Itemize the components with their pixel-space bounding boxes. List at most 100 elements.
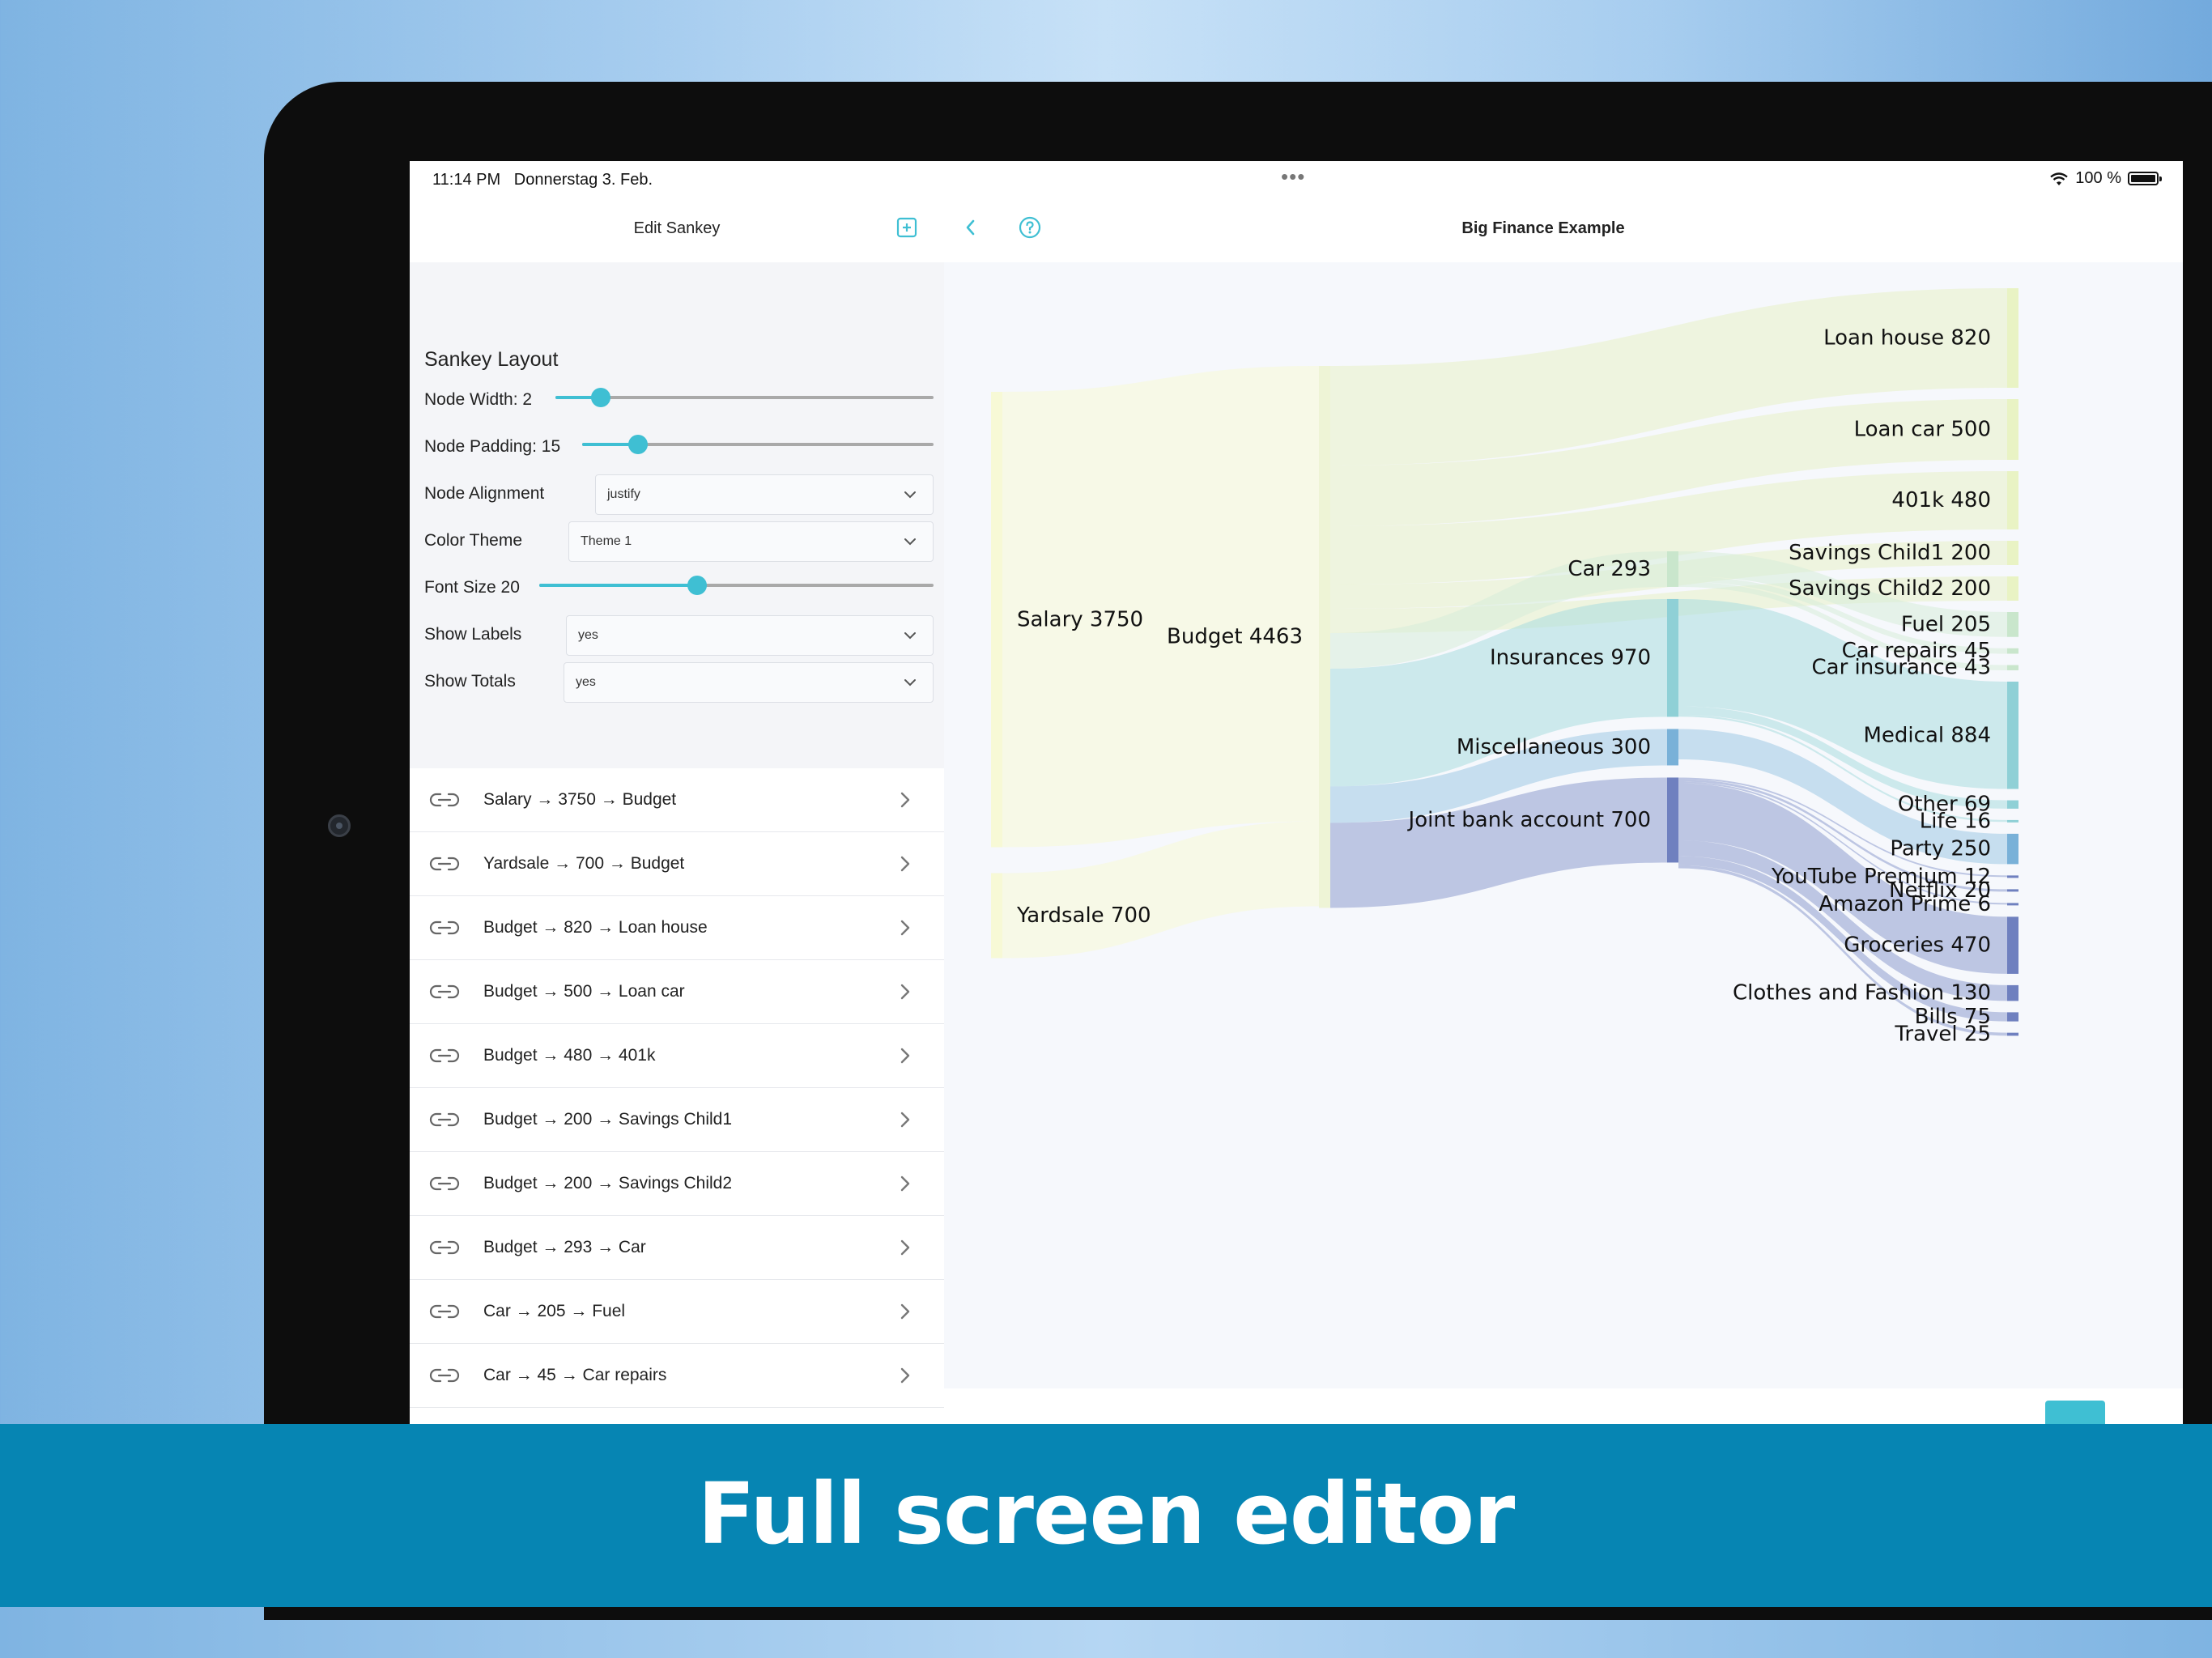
sankey-label-amazon-prime: Amazon Prime 6: [1819, 892, 1991, 916]
sankey-label-car: Car 293: [1568, 557, 1651, 581]
help-icon[interactable]: [1016, 214, 1044, 241]
sankey-node-medical[interactable]: [2007, 681, 2018, 789]
font-size-label: Font Size 20: [424, 578, 520, 597]
sankey-label-savings-child2: Savings Child2 200: [1789, 576, 1991, 601]
sankey-node-youtube-premium[interactable]: [2007, 875, 2018, 878]
link-row[interactable]: Budget → 820 → Loan house: [410, 896, 944, 960]
sankey-label-travel: Travel 25: [1894, 1022, 1991, 1047]
chevron-right-icon: [900, 792, 910, 808]
node-padding-thumb[interactable]: [628, 435, 649, 454]
chevron-left-icon[interactable]: [957, 214, 985, 241]
sankey-node-travel[interactable]: [2007, 1032, 2018, 1036]
sankey-chart-area: Salary 3750 Yardsale 700 Budget 4463 Car 29…: [944, 262, 2183, 1388]
status-right: 100 %: [2049, 169, 2162, 188]
sankey-node-netflix[interactable]: [2007, 889, 2018, 892]
link-row[interactable]: Budget → 200 → Savings Child1: [410, 1088, 944, 1152]
plus-square-icon[interactable]: [893, 214, 921, 241]
link-row[interactable]: Car → 45 → Car repairs: [410, 1344, 944, 1408]
sankey-label-party: Party 250: [1890, 837, 1991, 861]
chevron-down-icon: [904, 632, 916, 640]
battery-icon: [2128, 172, 2162, 185]
link-row[interactable]: Car → 43 → Car insurance: [410, 1408, 944, 1424]
sankey-node-budget[interactable]: [1319, 366, 1330, 908]
sankey-node-salary[interactable]: [991, 392, 1002, 848]
sankey-node-other[interactable]: [2007, 800, 2018, 809]
sankey-node-car-insurance[interactable]: [2007, 665, 2018, 670]
sankey-node-insurances[interactable]: [1667, 598, 1678, 717]
app-screen: 11:14 PM Donnerstag 3. Feb. ••• 100 % Ed…: [410, 161, 2183, 1424]
sankey-chart: Salary 3750 Yardsale 700 Budget 4463 Car 29…: [991, 288, 2018, 1047]
chevron-right-icon: [900, 1239, 910, 1256]
node-width-slider[interactable]: [555, 388, 934, 407]
link-label: Budget → 480 → 401k: [483, 1046, 656, 1065]
link-row[interactable]: Yardsale → 700 → Budget: [410, 832, 944, 896]
sankey-node-miscellaneous[interactable]: [1667, 729, 1678, 766]
floating-action-button[interactable]: [2045, 1401, 2105, 1424]
sankey-node-401k[interactable]: [2007, 471, 2018, 529]
sankey-node-groceries[interactable]: [2007, 916, 2018, 974]
sankey-node-loan-house[interactable]: [2007, 288, 2018, 388]
sankey-node-savings-child1[interactable]: [2007, 541, 2018, 565]
chevron-right-icon: [900, 856, 910, 872]
font-size-slider[interactable]: [539, 576, 934, 595]
link-label: Salary → 3750 → Budget: [483, 790, 677, 809]
sankey-node-loan-car[interactable]: [2007, 399, 2018, 460]
show-labels-value: yes: [578, 628, 598, 642]
link-label: Yardsale → 700 → Budget: [483, 854, 685, 873]
color-theme-select[interactable]: Theme 1: [568, 521, 934, 562]
chevron-right-icon: [900, 1303, 910, 1320]
link-row[interactable]: Budget → 293 → Car: [410, 1216, 944, 1280]
sankey-node-clothes-and-fashion[interactable]: [2007, 984, 2018, 1001]
sankey-label-car-insurance: Car insurance 43: [1811, 656, 1991, 680]
wifi-icon: [2050, 172, 2069, 185]
link-label: Car → 205 → Fuel: [483, 1302, 626, 1320]
sankey-node-party[interactable]: [2007, 833, 2018, 865]
link-row[interactable]: Car → 205 → Fuel: [410, 1280, 944, 1344]
node-padding-slider[interactable]: [582, 435, 934, 454]
link-list: Salary → 3750 → Budget Yardsale → 700 → B…: [410, 768, 944, 1424]
sankey-label-salary: Salary 3750: [1017, 607, 1143, 631]
banner-caption: Full screen editor: [697, 1465, 1516, 1563]
camera-icon: [328, 814, 351, 837]
chevron-right-icon: [900, 920, 910, 936]
status-date: Donnerstag 3. Feb.: [513, 171, 653, 189]
sankey-node-car-repairs[interactable]: [2007, 648, 2018, 654]
sankey-label-clothes-and-fashion: Clothes and Fashion 130: [1733, 981, 1991, 1005]
show-labels-label: Show Labels: [424, 625, 522, 644]
sankey-label-401k: 401k 480: [1891, 488, 1991, 512]
show-totals-label: Show Totals: [424, 672, 516, 691]
sankey-node-bills[interactable]: [2007, 1012, 2018, 1022]
color-theme-value: Theme 1: [581, 534, 632, 548]
sankey-node-life[interactable]: [2007, 819, 2018, 823]
link-row[interactable]: Budget → 200 → Savings Child2: [410, 1152, 944, 1216]
link-row[interactable]: Salary → 3750 → Budget: [410, 768, 944, 832]
link-label: Budget → 200 → Savings Child1: [483, 1110, 733, 1129]
node-alignment-value: justify: [607, 487, 640, 501]
node-padding-label: Node Padding: 15: [424, 437, 561, 456]
link-icon: [429, 984, 460, 999]
show-totals-select[interactable]: yes: [564, 662, 934, 703]
link-icon: [429, 1176, 460, 1191]
sankey-node-amazon-prime[interactable]: [2007, 903, 2018, 906]
font-size-thumb[interactable]: [687, 576, 707, 595]
multitasking-dots[interactable]: •••: [1281, 164, 1305, 189]
sankey-node-joint-bank-account[interactable]: [1667, 777, 1678, 863]
link-row[interactable]: Budget → 500 → Loan car: [410, 960, 944, 1024]
sankey-node-yardsale[interactable]: [991, 873, 1002, 959]
sankey-label-groceries: Groceries 470: [1844, 933, 1991, 958]
edit-sankey-title: Edit Sankey: [633, 219, 721, 237]
sankey-label-fuel: Fuel 205: [1901, 612, 1991, 636]
sankey-node-savings-child2[interactable]: [2007, 576, 2018, 601]
link-icon: [429, 1240, 460, 1255]
sankey-node-car[interactable]: [1667, 551, 1678, 587]
node-alignment-select[interactable]: justify: [595, 474, 934, 515]
node-width-thumb[interactable]: [591, 388, 611, 407]
link-label: Budget → 293 → Car: [483, 1238, 646, 1256]
sankey-link-salary-budget[interactable]: [1002, 366, 1319, 848]
link-row[interactable]: Budget → 480 → 401k: [410, 1024, 944, 1088]
sankey-node-fuel[interactable]: [2007, 612, 2018, 637]
chevron-down-icon: [904, 679, 916, 687]
show-labels-select[interactable]: yes: [566, 615, 934, 656]
link-icon: [429, 1112, 460, 1127]
status-time-date: 11:14 PM Donnerstag 3. Feb.: [432, 171, 653, 189]
